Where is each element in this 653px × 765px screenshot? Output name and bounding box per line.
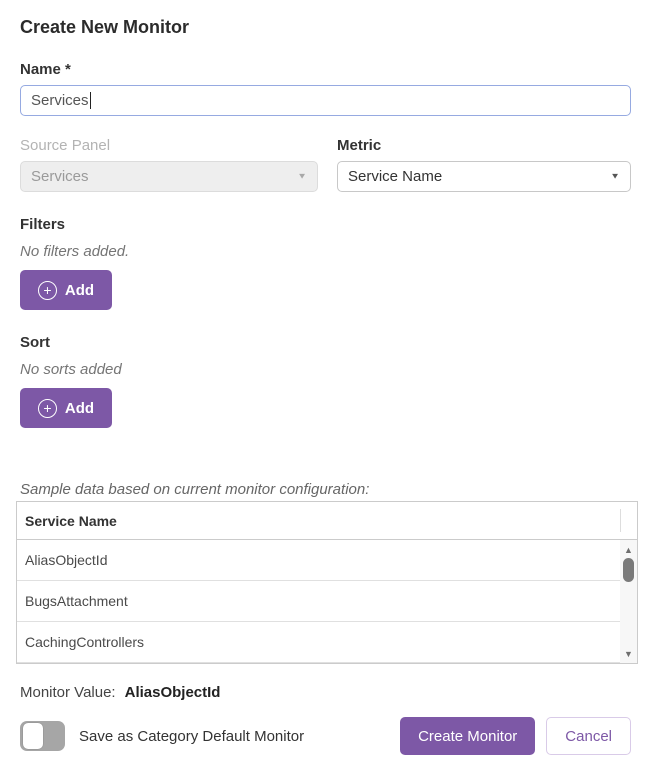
create-monitor-dialog: Create New Monitor Name * Services Sourc… bbox=[0, 0, 653, 765]
source-metric-row: Source Panel Services ▼ Metric Service N… bbox=[20, 136, 631, 192]
chevron-down-icon: ▼ bbox=[610, 172, 620, 181]
monitor-value-row: Monitor Value: AliasObjectId bbox=[20, 684, 631, 701]
header-column-divider bbox=[620, 509, 621, 532]
scroll-down-icon[interactable]: ▼ bbox=[620, 646, 637, 661]
source-panel-select: Services ▼ bbox=[20, 161, 318, 192]
source-panel-field: Source Panel Services ▼ bbox=[20, 136, 318, 192]
chevron-down-icon: ▼ bbox=[297, 172, 307, 181]
metric-select[interactable]: Service Name ▼ bbox=[337, 161, 631, 192]
table-body: AliasObjectId BugsAttachment CachingCont… bbox=[17, 540, 637, 663]
table-header-row: Service Name bbox=[17, 502, 637, 540]
page-title: Create New Monitor bbox=[20, 17, 190, 37]
sample-data-caption: Sample data based on current monitor con… bbox=[20, 481, 370, 498]
metric-label: Metric bbox=[337, 137, 382, 154]
name-input[interactable]: Services bbox=[20, 85, 631, 116]
plus-circle-icon: + bbox=[37, 398, 57, 418]
name-input-value: Services bbox=[31, 92, 89, 109]
add-filter-button[interactable]: + Add bbox=[20, 270, 112, 310]
vertical-scrollbar[interactable]: ▲ ▼ bbox=[620, 540, 637, 663]
filters-section-label: Filters bbox=[20, 216, 66, 233]
default-monitor-toggle-group[interactable]: Save as Category Default Monitor bbox=[20, 721, 304, 751]
monitor-value-label: Monitor Value: bbox=[20, 684, 116, 701]
metric-value: Service Name bbox=[348, 168, 443, 185]
text-caret bbox=[89, 92, 91, 109]
create-monitor-button[interactable]: Create Monitor bbox=[400, 717, 536, 755]
sort-section-label: Sort bbox=[20, 334, 50, 351]
source-panel-label: Source Panel bbox=[20, 137, 111, 154]
cancel-button[interactable]: Cancel bbox=[546, 717, 631, 755]
toggle-knob bbox=[23, 723, 43, 749]
table-row: BugsAttachment bbox=[17, 581, 637, 622]
name-field-label: Name * bbox=[20, 61, 71, 78]
scrollbar-thumb[interactable] bbox=[623, 558, 634, 582]
toggle-switch[interactable] bbox=[20, 721, 65, 751]
sort-empty-text: No sorts added bbox=[20, 361, 122, 378]
table-header-service-name: Service Name bbox=[25, 512, 117, 529]
scroll-up-icon[interactable]: ▲ bbox=[620, 542, 637, 557]
footer-buttons: Create Monitor Cancel bbox=[400, 717, 631, 755]
filters-empty-text: No filters added. bbox=[20, 243, 130, 260]
sample-data-table: Service Name AliasObjectId BugsAttachmen… bbox=[16, 501, 638, 664]
toggle-label: Save as Category Default Monitor bbox=[79, 727, 305, 745]
add-filter-button-label: Add bbox=[64, 281, 95, 299]
add-sort-button-label: Add bbox=[64, 399, 95, 417]
table-row: CachingControllers bbox=[17, 622, 637, 663]
add-sort-button[interactable]: + Add bbox=[20, 388, 112, 428]
monitor-value: AliasObjectId bbox=[124, 684, 221, 701]
source-panel-value: Services bbox=[31, 168, 89, 185]
table-row: AliasObjectId bbox=[17, 540, 637, 581]
plus-circle-icon: + bbox=[37, 280, 57, 300]
metric-field: Metric Service Name ▼ bbox=[337, 136, 631, 192]
dialog-footer: Save as Category Default Monitor Create … bbox=[20, 717, 631, 755]
